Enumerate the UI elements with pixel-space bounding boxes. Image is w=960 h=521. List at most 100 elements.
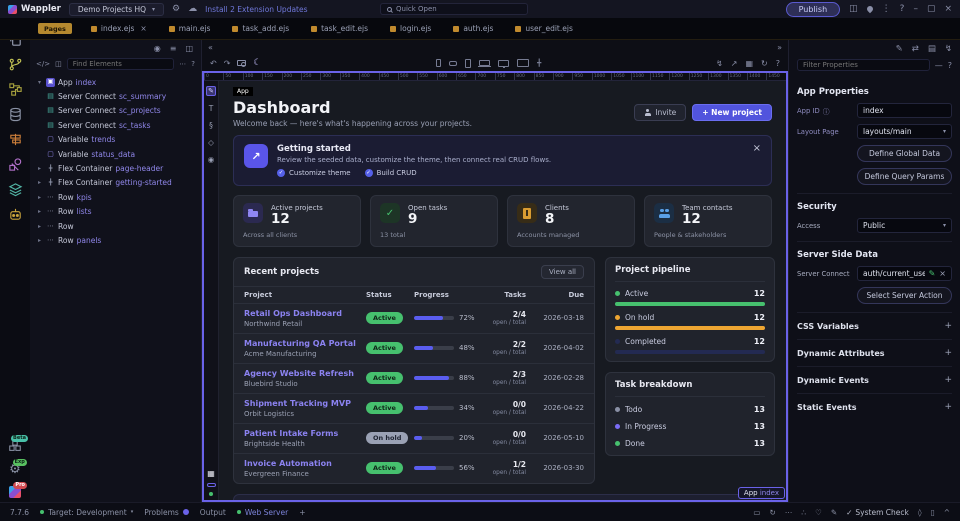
eraser-icon[interactable]: ◊ (918, 508, 922, 517)
editor-tab[interactable]: main.ejs (158, 18, 222, 39)
help-icon[interactable]: ? (191, 60, 195, 68)
table-row[interactable]: Manufacturing QA Portal Acme Manufacturi… (234, 332, 594, 363)
experimental-settings-icon[interactable]: ⚙ Exp (9, 459, 27, 476)
refresh-icon[interactable]: ↻ (761, 59, 768, 68)
help-icon[interactable]: ? (948, 61, 952, 70)
tree-chevron-icon[interactable]: ▸ (36, 237, 43, 244)
expandable-section[interactable]: Dynamic Events + (797, 366, 952, 393)
link-tool-icon[interactable]: § (209, 121, 213, 130)
tree-item[interactable]: ▸ Row kpis (30, 190, 201, 204)
tree-chevron-icon[interactable]: ▾ (36, 79, 43, 86)
editor-tab[interactable]: task_edit.ejs (300, 18, 379, 39)
problems-button[interactable]: Problems (144, 508, 189, 517)
expandable-section[interactable]: Static Events + (797, 393, 952, 420)
custom-size-icon[interactable]: ╋ (537, 59, 541, 67)
open-in-browser-icon[interactable]: ↗ (731, 59, 738, 68)
maximize-icon[interactable]: ▢ (927, 4, 936, 14)
grid-toggle-icon[interactable]: ▦ (745, 59, 753, 68)
git-icon[interactable] (8, 57, 23, 72)
edit-pencil-icon[interactable]: ✎ (929, 269, 936, 278)
undo-icon[interactable]: ↶ (210, 59, 217, 68)
selection-box-icon[interactable]: ▭ (753, 508, 760, 517)
extension-updates-link[interactable]: Install 2 Extension Updates (205, 5, 307, 14)
server-connect-field[interactable]: auth/current_user ✎ × (857, 266, 952, 281)
share-nodes-icon[interactable]: ∴ (801, 508, 806, 517)
panel-toggle-handle[interactable] (206, 483, 216, 487)
help-icon[interactable]: ? (900, 4, 905, 14)
banner-close-icon[interactable]: × (753, 143, 761, 154)
tree-chevron-icon[interactable]: ▸ (36, 165, 43, 172)
feedback-icon[interactable]: ♡ (815, 508, 822, 517)
stack-icon[interactable]: ▤ (928, 44, 936, 54)
tree-chevron-icon[interactable]: ▸ (36, 223, 43, 230)
monitor-device-icon[interactable] (517, 59, 530, 67)
table-row[interactable]: Shipment Tracking MVP Orbit Logistics Ac… (234, 392, 594, 423)
structure-view-icon[interactable]: ◫ (185, 44, 193, 53)
paint-icon[interactable]: ✎ (831, 508, 837, 517)
define-query-params-button[interactable]: Define Query Params (857, 168, 952, 185)
refresh-icon[interactable]: ↻ (770, 508, 776, 517)
tree-item[interactable]: ▸ Flex Container page-header (30, 161, 201, 175)
define-global-data-button[interactable]: Define Global Data (857, 145, 952, 162)
screenshot-camera-icon[interactable] (237, 60, 247, 67)
tree-item[interactable]: Server Connect sc_tasks (30, 118, 201, 132)
workflows-icon[interactable] (8, 82, 23, 97)
app-id-input[interactable] (857, 103, 952, 118)
table-row[interactable]: Retail Ops Dashboard Northwind Retail Ac… (234, 302, 594, 333)
project-link[interactable]: Retail Ops Dashboard (244, 309, 366, 318)
tree-item[interactable]: ▾ App index (30, 75, 201, 89)
code-view-icon[interactable]: </> (36, 60, 50, 68)
expandable-section[interactable]: CSS Variables + (797, 312, 952, 339)
tree-item[interactable]: ▸ Flex Container getting-started (30, 176, 201, 190)
minimize-icon[interactable]: – (913, 4, 918, 14)
project-link[interactable]: Patient Intake Forms (244, 429, 366, 438)
editor-tab[interactable]: login.ejs (379, 18, 442, 39)
project-link[interactable]: Manufacturing QA Portal (244, 339, 366, 348)
tree-chevron-icon[interactable]: ▸ (36, 179, 43, 186)
routes-icon[interactable] (8, 132, 23, 147)
quick-open-search[interactable]: Quick Open (380, 3, 528, 15)
tree-item[interactable]: Variable status_data (30, 147, 201, 161)
kebab-menu-icon[interactable]: ⋮ (882, 4, 891, 14)
table-row[interactable]: Invoice Automation Evergreen Finance Act… (234, 452, 594, 483)
tree-item[interactable]: ▸ Row (30, 219, 201, 233)
add-plus-icon[interactable]: + (944, 375, 952, 385)
visibility-eye-icon[interactable]: ◉ (208, 155, 215, 164)
table-row[interactable]: Agency Website Refresh Bluebird Studio A… (234, 362, 594, 393)
laptop-device-icon[interactable] (478, 60, 492, 67)
new-project-button[interactable]: + New project (692, 104, 772, 121)
publish-button[interactable]: Publish (785, 1, 841, 17)
select-server-action-button[interactable]: Select Server Action (857, 287, 952, 304)
web-server-button[interactable]: Web Server (236, 508, 288, 517)
table-row[interactable]: Patient Intake Forms Brightside Health O… (234, 422, 594, 453)
invite-button[interactable]: Invite (634, 104, 687, 121)
phone-landscape-device-icon[interactable] (449, 60, 458, 66)
add-plus-icon[interactable]: + (944, 402, 952, 412)
database-icon[interactable] (8, 107, 23, 122)
collapse-left-icon[interactable]: « (208, 43, 213, 52)
swap-icon[interactable]: ⇄ (912, 44, 919, 54)
tree-item[interactable]: ▸ Row lists (30, 205, 201, 219)
editor-tab[interactable]: user_edit.ejs (504, 18, 584, 39)
tree-item[interactable]: Variable trends (30, 133, 201, 147)
beta-features-icon[interactable]: Beta (8, 435, 28, 453)
add-plus-icon[interactable]: + (944, 321, 952, 331)
tree-item[interactable]: Server Connect sc_projects (30, 104, 201, 118)
phone-device-icon[interactable] (436, 59, 442, 67)
system-check-button[interactable]: ✓ System Check (846, 508, 909, 517)
help-icon[interactable]: ? (776, 59, 780, 68)
tree-chevron-icon[interactable]: ▸ (36, 194, 43, 201)
add-panel-icon[interactable]: + (299, 508, 305, 517)
trash-icon[interactable]: ▯ (931, 508, 935, 517)
ai-suggest-icon[interactable]: ◉ (154, 44, 161, 53)
filter-properties-input[interactable] (797, 59, 930, 71)
style-tool-icon[interactable]: ◇ (208, 138, 214, 147)
edit-tool-icon[interactable]: ✎ (205, 86, 217, 96)
project-link[interactable]: Invoice Automation (244, 459, 366, 468)
editor-tab[interactable]: auth.ejs (442, 18, 504, 39)
layers-icon[interactable] (8, 182, 23, 197)
collapse-sections-icon[interactable]: — (935, 61, 943, 70)
redo-icon[interactable]: ↷ (224, 59, 231, 68)
close-tab-icon[interactable]: × (140, 24, 146, 33)
more-options-icon[interactable]: ⋯ (179, 60, 186, 68)
